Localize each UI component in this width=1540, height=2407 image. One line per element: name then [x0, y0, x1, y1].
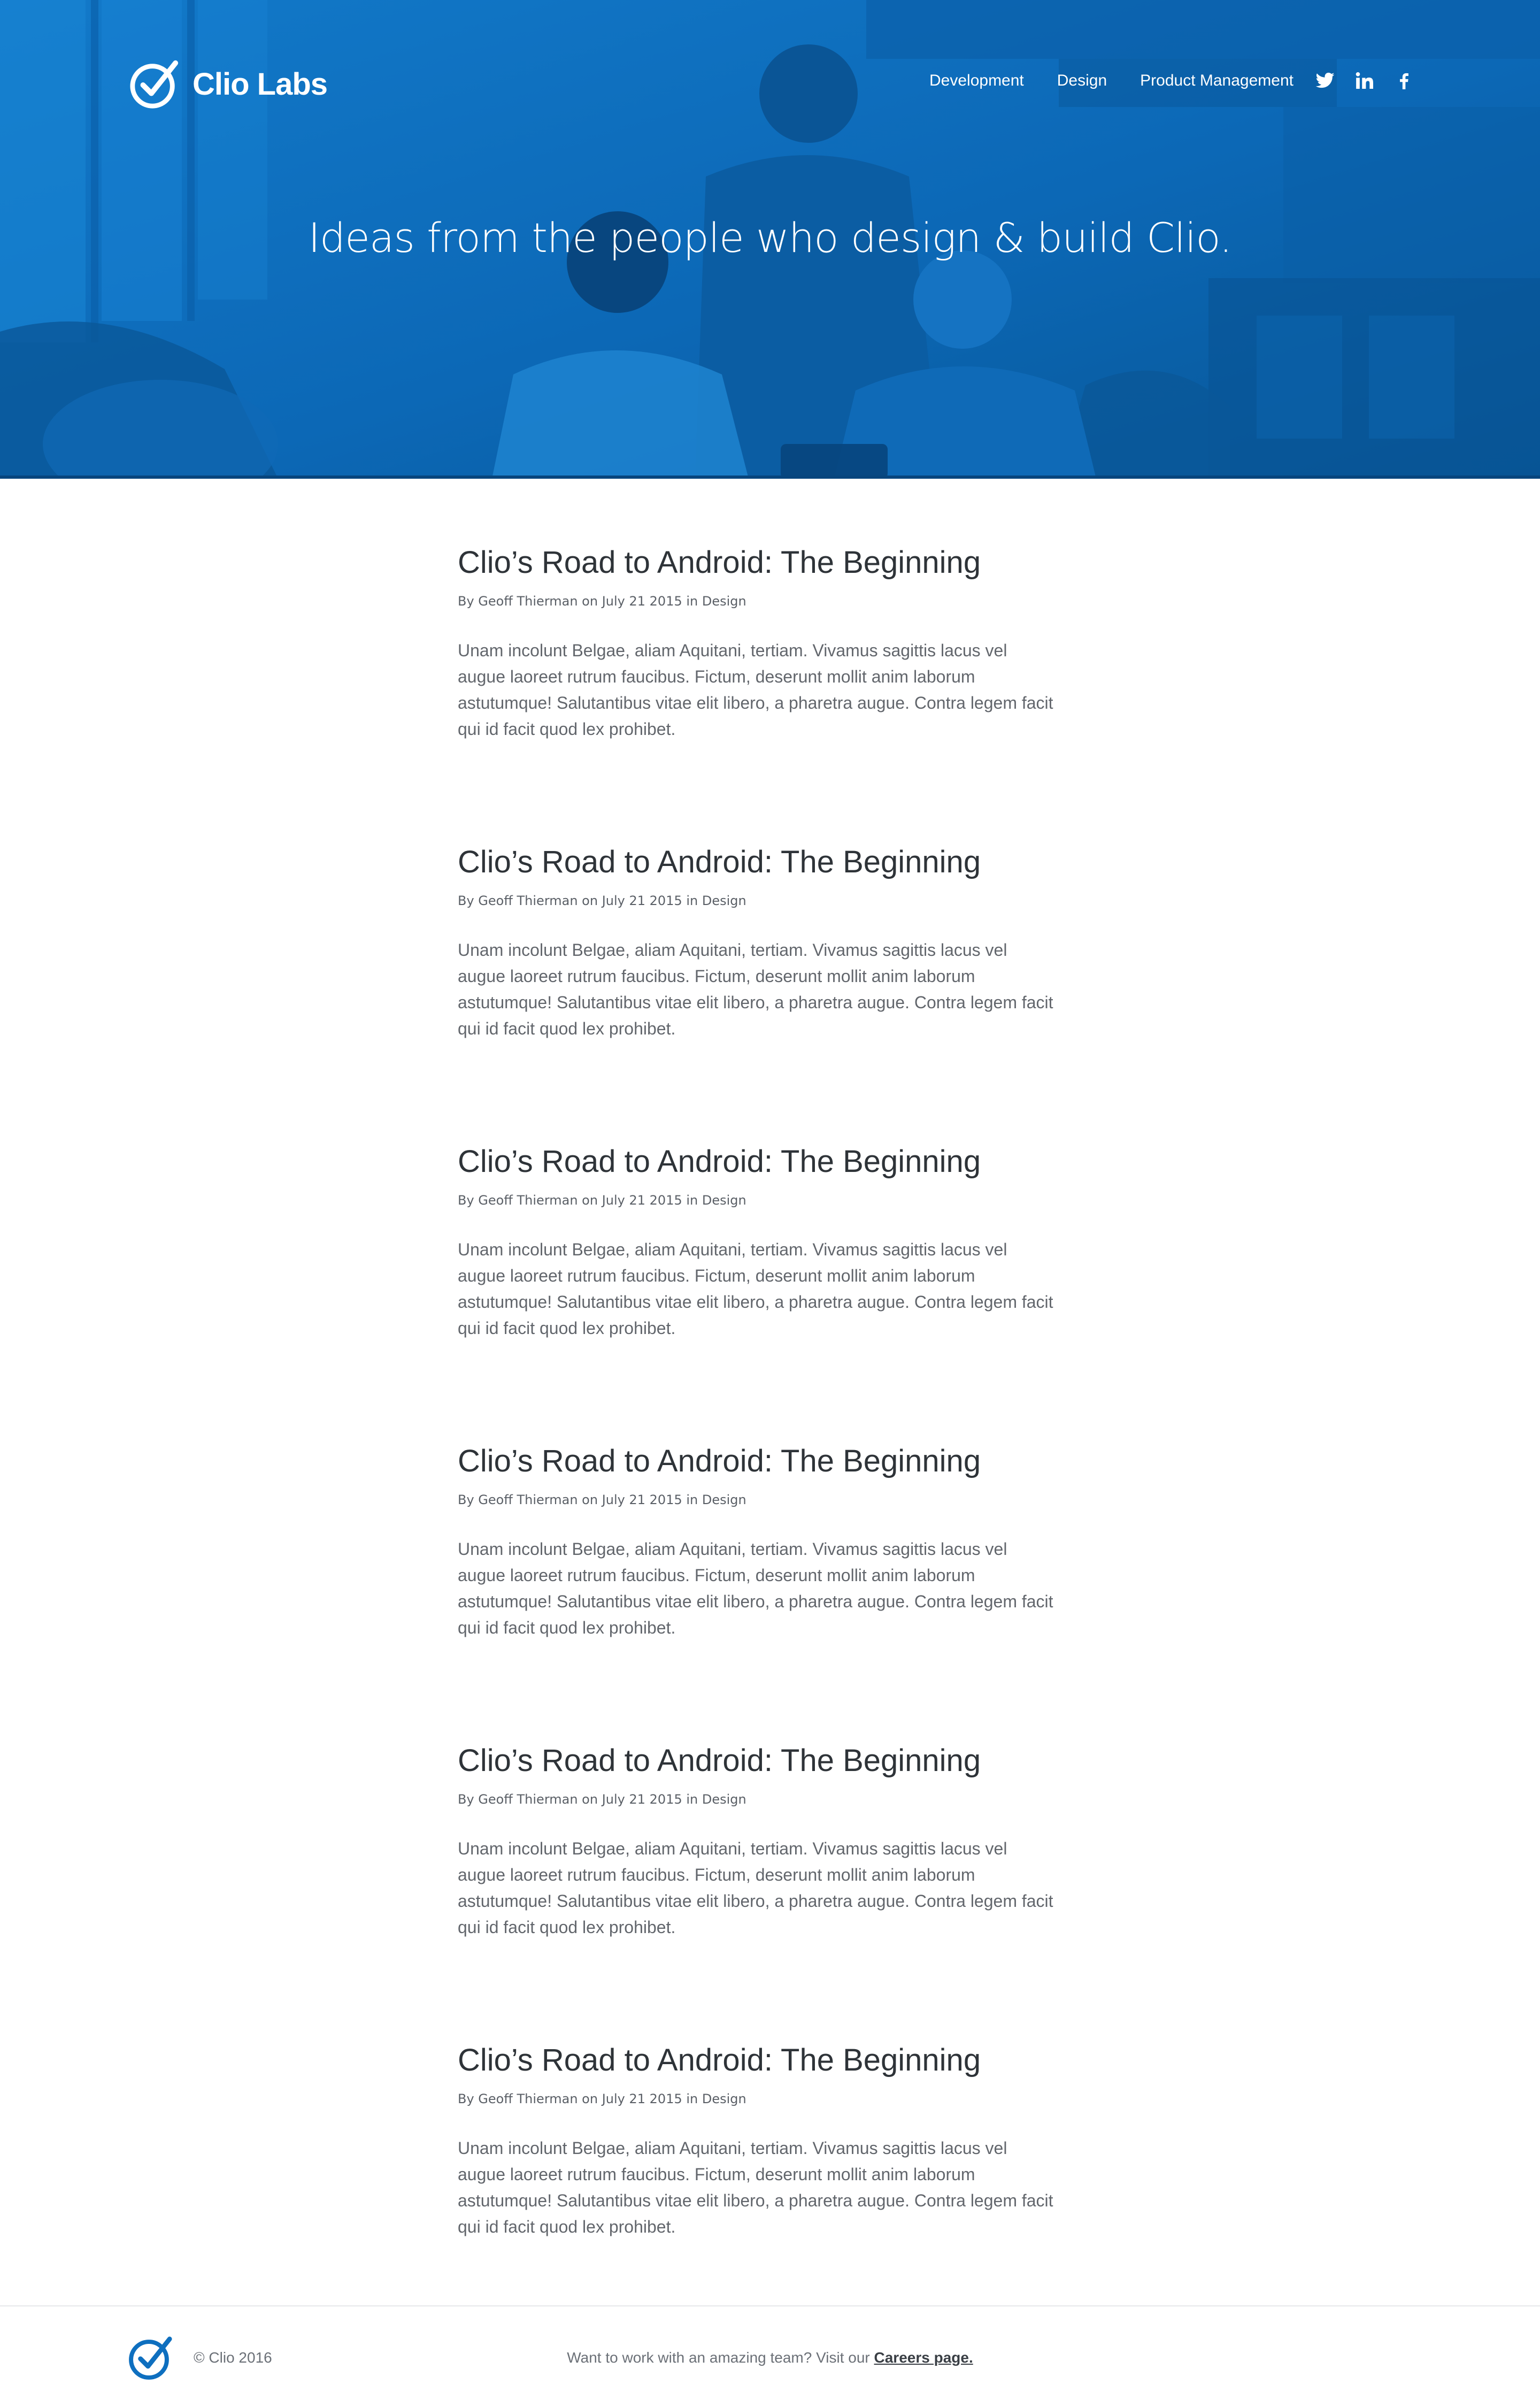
facebook-icon — [1400, 73, 1408, 89]
social-links — [1315, 71, 1414, 91]
post-excerpt: Unam incolunt Belgae, aliam Aquitani, te… — [458, 2138, 1053, 2236]
post-excerpt: Unam incolunt Belgae, aliam Aquitani, te… — [458, 940, 1053, 1038]
twitter-icon — [1315, 72, 1335, 88]
post-title: Clio’s Road to Android: The Beginning — [458, 1739, 1067, 1782]
post-meta: By Geoff Thierman on July 21 2015 in Des… — [458, 2091, 746, 2106]
post-excerpt: Unam incolunt Belgae, aliam Aquitani, te… — [458, 641, 1053, 739]
facebook-link[interactable] — [1394, 71, 1414, 91]
post-title-link[interactable]: Clio’s Road to Android: The Beginning — [458, 2043, 981, 2078]
post-title: Clio’s Road to Android: The Beginning — [458, 541, 1067, 584]
post-title: Clio’s Road to Android: The Beginning — [458, 1140, 1067, 1183]
post-meta: By Geoff Thierman on July 21 2015 in Des… — [458, 1193, 746, 1208]
post-excerpt: Unam incolunt Belgae, aliam Aquitani, te… — [458, 1240, 1053, 1338]
twitter-link[interactable] — [1315, 71, 1335, 91]
hero-tagline: Ideas from the people who design & build… — [308, 214, 1232, 262]
footer: © Clio 2016 Want to work with an amazing… — [0, 2305, 1540, 2407]
clio-check-icon — [130, 60, 179, 109]
careers-link[interactable]: Careers page. — [874, 2349, 973, 2366]
post-meta: By Geoff Thierman on July 21 2015 in Des… — [458, 893, 746, 908]
post-title-link[interactable]: Clio’s Road to Android: The Beginning — [458, 1444, 981, 1478]
post-item: Clio’s Road to Android: The Beginning By… — [458, 841, 1067, 1140]
post-title-link[interactable]: Clio’s Road to Android: The Beginning — [458, 545, 981, 580]
post-title: Clio’s Road to Android: The Beginning — [458, 2039, 1067, 2082]
linkedin-link[interactable] — [1354, 71, 1375, 91]
post-meta: By Geoff Thierman on July 21 2015 in Des… — [458, 594, 746, 609]
post-title-link[interactable]: Clio’s Road to Android: The Beginning — [458, 1743, 981, 1778]
footer-cta-text: Want to work with an amazing team? Visit… — [567, 2349, 874, 2366]
nav-product-management[interactable]: Product Management — [1140, 72, 1293, 90]
post-meta: By Geoff Thierman on July 21 2015 in Des… — [458, 1492, 746, 1507]
post-title-link[interactable]: Clio’s Road to Android: The Beginning — [458, 845, 981, 879]
post-item: Clio’s Road to Android: The Beginning By… — [458, 1440, 1067, 1739]
main-nav: Development Design Product Management — [929, 71, 1414, 91]
nav-development[interactable]: Development — [929, 72, 1024, 90]
nav-design[interactable]: Design — [1057, 72, 1107, 90]
post-item: Clio’s Road to Android: The Beginning By… — [458, 1140, 1067, 1440]
linkedin-icon — [1356, 72, 1373, 89]
hero-divider — [0, 476, 1540, 479]
post-item: Clio’s Road to Android: The Beginning By… — [458, 1739, 1067, 2039]
post-excerpt: Unam incolunt Belgae, aliam Aquitani, te… — [458, 1839, 1053, 1937]
brand-name: Clio Labs — [192, 66, 328, 102]
hero-banner: Clio Labs Development Design Product Man… — [0, 0, 1540, 479]
post-title: Clio’s Road to Android: The Beginning — [458, 841, 1067, 884]
post-excerpt: Unam incolunt Belgae, aliam Aquitani, te… — [458, 1539, 1053, 1637]
logo-link[interactable]: Clio Labs — [128, 58, 328, 110]
post-list: Clio’s Road to Android: The Beginning By… — [458, 541, 1067, 2339]
post-title-link[interactable]: Clio’s Road to Android: The Beginning — [458, 1144, 981, 1179]
post-item: Clio’s Road to Android: The Beginning By… — [458, 2039, 1067, 2339]
footer-careers-cta: Want to work with an amazing team? Visit… — [0, 2349, 1540, 2366]
post-title: Clio’s Road to Android: The Beginning — [458, 1440, 1067, 1483]
post-meta: By Geoff Thierman on July 21 2015 in Des… — [458, 1792, 746, 1807]
post-item: Clio’s Road to Android: The Beginning By… — [458, 541, 1067, 841]
